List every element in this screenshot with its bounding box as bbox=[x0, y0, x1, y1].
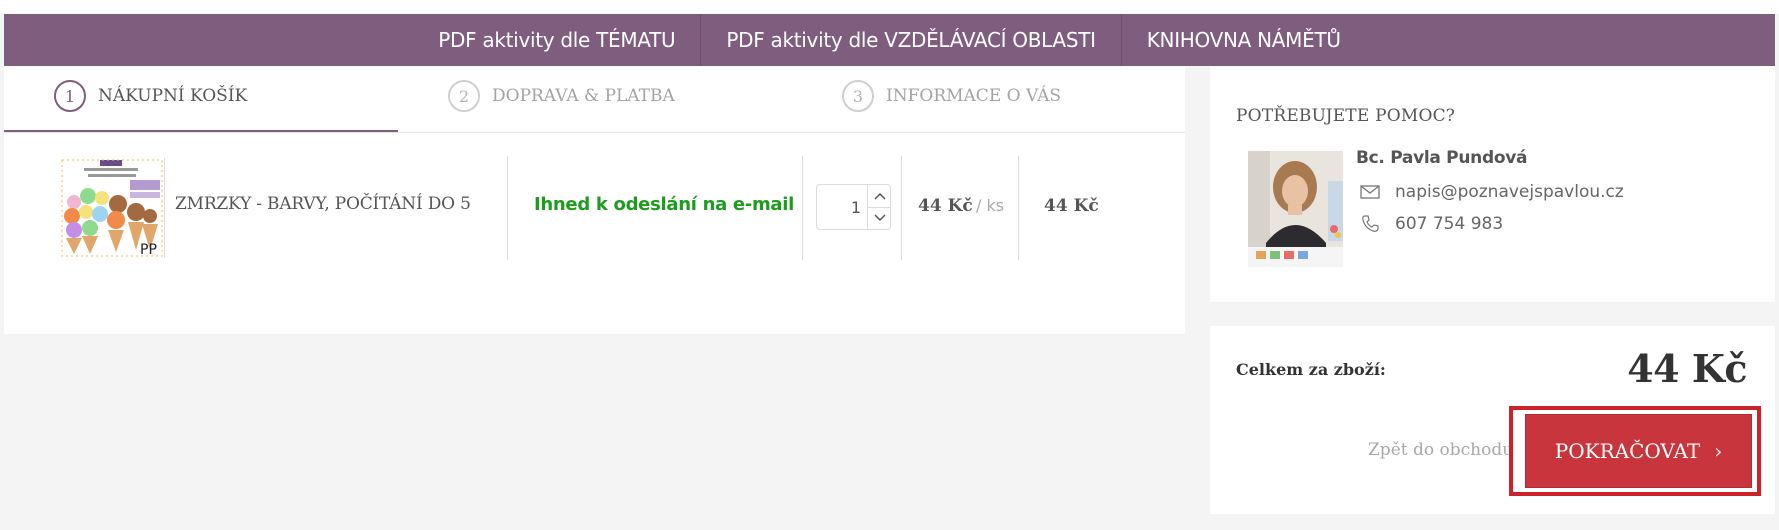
subtotal-value: 44 Kč bbox=[1627, 346, 1747, 391]
unit-label: / ks bbox=[976, 196, 1005, 215]
step-shipping-payment[interactable]: 2 DOPRAVA & PLATBA bbox=[448, 80, 675, 112]
chevron-right-icon: › bbox=[1714, 439, 1723, 463]
step-label: NÁKUPNÍ KOŠÍK bbox=[98, 86, 248, 106]
continue-button-label: POKRAČOVAT bbox=[1554, 439, 1701, 463]
unit-price: 44 Kč bbox=[918, 196, 973, 216]
ice-cream-worksheet-thumbnail[interactable]: PP bbox=[60, 158, 165, 258]
envelope-icon bbox=[1360, 182, 1380, 202]
line-total-price: 44 Kč bbox=[1044, 196, 1099, 216]
order-summary-panel: Celkem za zboží: 44 Kč Zpět do obchodu P… bbox=[1210, 326, 1775, 514]
quantity-stepper bbox=[816, 184, 891, 230]
column-divider bbox=[507, 156, 508, 260]
step-number: 3 bbox=[842, 80, 874, 112]
step-number: 2 bbox=[448, 80, 480, 112]
help-panel: POTŘEBUJETE POMOC? Bc. Pavla Pundová nap… bbox=[1210, 66, 1775, 302]
back-to-shop-link[interactable]: Zpět do obchodu bbox=[1368, 440, 1513, 460]
column-divider bbox=[802, 156, 803, 260]
continue-button[interactable]: POKRAČOVAT › bbox=[1525, 414, 1752, 488]
column-divider bbox=[1018, 156, 1019, 260]
top-spacer bbox=[0, 0, 1779, 14]
contact-phone-text: 607 754 983 bbox=[1395, 214, 1504, 234]
product-name-link[interactable]: ZMRZKY - BARVY, POČÍTÁNÍ DO 5 bbox=[175, 194, 471, 214]
active-step-underline bbox=[4, 130, 398, 132]
step-customer-info[interactable]: 3 INFORMACE O VÁS bbox=[842, 80, 1061, 112]
phone-icon bbox=[1360, 214, 1380, 234]
nav-item-by-education-area[interactable]: PDF aktivity dle VZDĚLÁVACÍ OBLASTI bbox=[701, 14, 1122, 66]
quantity-decrease-button[interactable] bbox=[867, 207, 891, 229]
contact-photo bbox=[1248, 151, 1343, 267]
subtotal-label: Celkem za zboží: bbox=[1236, 360, 1386, 379]
step-label: INFORMACE O VÁS bbox=[886, 86, 1062, 106]
quantity-increase-button[interactable] bbox=[867, 185, 891, 208]
help-title: POTŘEBUJETE POMOC? bbox=[1236, 106, 1456, 126]
chevron-up-icon bbox=[873, 192, 886, 200]
checkout-steps: 1 NÁKUPNÍ KOŠÍK 2 DOPRAVA & PLATBA 3 INF… bbox=[4, 66, 1185, 133]
quantity-input[interactable] bbox=[817, 185, 867, 229]
step-cart[interactable]: 1 NÁKUPNÍ KOŠÍK bbox=[54, 80, 247, 112]
step-label: DOPRAVA & PLATBA bbox=[492, 86, 675, 106]
cart-item-row: PP ZMRZKY - BARVY, POČÍTÁNÍ DO 5 Ihned k… bbox=[4, 156, 1185, 260]
contact-name: Bc. Pavla Pundová bbox=[1356, 148, 1528, 168]
step-number: 1 bbox=[54, 80, 86, 112]
main-nav: PDF aktivity dle TÉMATU PDF aktivity dle… bbox=[4, 14, 1775, 66]
column-divider bbox=[901, 156, 902, 260]
availability-status: Ihned k odeslání na e-mail bbox=[534, 194, 795, 215]
cart-panel: 1 NÁKUPNÍ KOŠÍK 2 DOPRAVA & PLATBA 3 INF… bbox=[4, 66, 1185, 334]
contact-email-link[interactable]: napis@poznavejspavlou.cz bbox=[1360, 182, 1624, 202]
chevron-down-icon bbox=[873, 214, 886, 222]
nav-item-by-topic[interactable]: PDF aktivity dle TÉMATU bbox=[413, 14, 702, 66]
nav-item-library[interactable]: KNIHOVNA NÁMĚTŮ bbox=[1122, 14, 1366, 66]
contact-email-text: napis@poznavejspavlou.cz bbox=[1395, 182, 1624, 202]
contact-phone-link[interactable]: 607 754 983 bbox=[1360, 214, 1503, 234]
